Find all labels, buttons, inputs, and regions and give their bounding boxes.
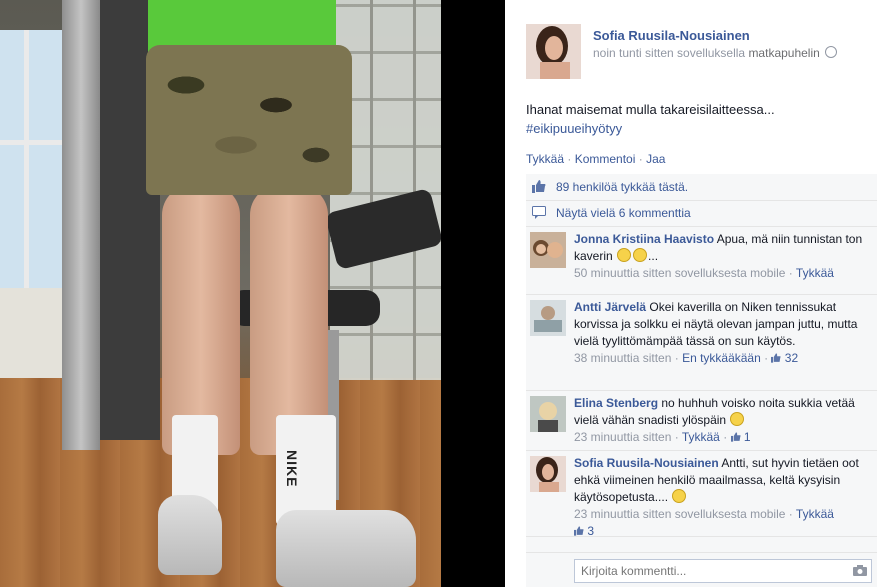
camo-shorts [146, 45, 352, 195]
post-text: Ihanat maisemat mulla takareisilaitteess… [526, 100, 856, 138]
post-side-panel: Sofia Ruusila-Nousiainen noin tunti sitt… [505, 0, 877, 587]
post-message: Ihanat maisemat mulla takareisilaitteess… [526, 102, 775, 117]
comment-meta: 23 minuuttia sitten · Tykkää · 1 [574, 430, 751, 444]
window [0, 30, 68, 290]
crying-emoji-icon [672, 489, 687, 503]
comments-area: 89 henkilöä tykkää tästä. Näytä vielä 6 … [526, 174, 877, 587]
comment-time[interactable]: 38 minuuttia sitten [574, 351, 671, 365]
comment-bubble-icon [532, 206, 546, 219]
view-more-comments-link[interactable]: Näytä vielä 6 kommenttia [556, 206, 691, 220]
comment-body: Jonna Kristiina Haavisto Apua, mä niin t… [574, 231, 872, 282]
post-author-name[interactable]: Sofia Ruusila-Nousiainen [593, 28, 750, 43]
commenter-avatar[interactable] [530, 396, 566, 432]
comment-composer [526, 552, 877, 588]
comment-body: Antti Järvelä Okei kaverilla on Niken te… [574, 299, 872, 367]
smile-emoji-icon [730, 412, 745, 426]
like-count-value: 32 [784, 351, 799, 365]
thumbs-up-icon [771, 353, 782, 363]
commenter-avatar[interactable] [530, 456, 566, 492]
separator: · [638, 152, 643, 166]
likes-summary: 89 henkilöä tykkää tästä. [526, 174, 877, 201]
comment-body: Elina Stenberg no huhhuh voisko noita su… [574, 395, 872, 446]
crying-emoji-icon [633, 248, 648, 262]
comment-like-button[interactable]: Tykkää [796, 507, 834, 521]
comment-like-count[interactable]: 1 [730, 430, 751, 444]
commenter-avatar[interactable] [530, 300, 566, 336]
thumbs-up-icon [574, 526, 584, 536]
comment-like-count[interactable]: 3 [574, 524, 594, 538]
post-actions: Tykkää · Kommentoi · Jaa [526, 152, 665, 166]
left-shoe [158, 495, 222, 575]
like-count-value: 3 [587, 524, 595, 538]
comment: Antti Järvelä Okei kaverilla on Niken te… [526, 294, 877, 391]
more-comments: Näytä vielä 6 kommenttia [526, 200, 877, 227]
comment-time[interactable]: 23 minuuttia sitten sovelluksesta mobile [574, 507, 785, 521]
comment-author[interactable]: Jonna Kristiina Haavisto [574, 232, 714, 246]
thumbs-up-icon [730, 432, 741, 442]
comment-meta: 50 minuuttia sitten sovelluksesta mobile… [574, 266, 834, 280]
like-count-value: 1 [743, 430, 751, 444]
comment-body: Sofia Ruusila-Nousiainen Antti, sut hyvi… [574, 455, 872, 540]
comment-author[interactable]: Sofia Ruusila-Nousiainen [574, 456, 719, 470]
post-app[interactable]: matkapuhelin [748, 46, 819, 60]
separator: · [567, 152, 572, 166]
commenter-avatar[interactable] [530, 232, 566, 268]
likes-count-link[interactable]: 89 henkilöä tykkää tästä. [556, 180, 688, 194]
post-time[interactable]: noin tunti sitten sovelluksella [593, 46, 745, 60]
crying-emoji-icon [617, 248, 632, 262]
comment: Elina Stenberg no huhhuh voisko noita su… [526, 390, 877, 451]
comment-like-count[interactable]: 32 [771, 351, 798, 365]
comment-unlike-button[interactable]: En tykkääkään [682, 351, 761, 365]
comment-time[interactable]: 50 minuuttia sitten sovelluksesta mobile [574, 266, 785, 280]
post-photo[interactable]: NIKE [0, 0, 441, 587]
author-avatar[interactable] [526, 24, 581, 79]
post-meta: noin tunti sitten sovelluksella matkapuh… [593, 46, 838, 60]
comment-like-button[interactable]: Tykkää [796, 266, 834, 280]
share-button[interactable]: Jaa [646, 152, 665, 166]
globe-icon[interactable] [825, 46, 838, 58]
camera-icon[interactable] [853, 565, 867, 576]
photo-viewer[interactable]: NIKE [0, 0, 505, 587]
comment-like-button[interactable]: Tykkää [682, 430, 720, 444]
comment-likes-line: 3 [574, 523, 872, 540]
comment-author[interactable]: Antti Järvelä [574, 300, 646, 314]
comment-time[interactable]: 23 minuuttia sitten [574, 430, 671, 444]
comment: Jonna Kristiina Haavisto Apua, mä niin t… [526, 226, 877, 295]
comment: Sofia Ruusila-Nousiainen Antti, sut hyvi… [526, 450, 877, 540]
comment-button[interactable]: Kommentoi [575, 152, 636, 166]
thumbs-up-icon [532, 180, 546, 193]
comment-meta: 23 minuuttia sitten sovelluksesta mobile… [574, 507, 834, 521]
sock-logo-text: NIKE [284, 450, 300, 488]
post-hashtag[interactable]: #eikipuueihyötyy [526, 119, 856, 138]
like-button[interactable]: Tykkää [526, 152, 564, 166]
comment-meta: 38 minuuttia sitten · En tykkääkään · 32 [574, 351, 799, 365]
gym-pillar [62, 0, 100, 450]
comment-input[interactable] [574, 559, 872, 583]
right-shoe [276, 510, 416, 587]
comment-author[interactable]: Elina Stenberg [574, 396, 658, 410]
